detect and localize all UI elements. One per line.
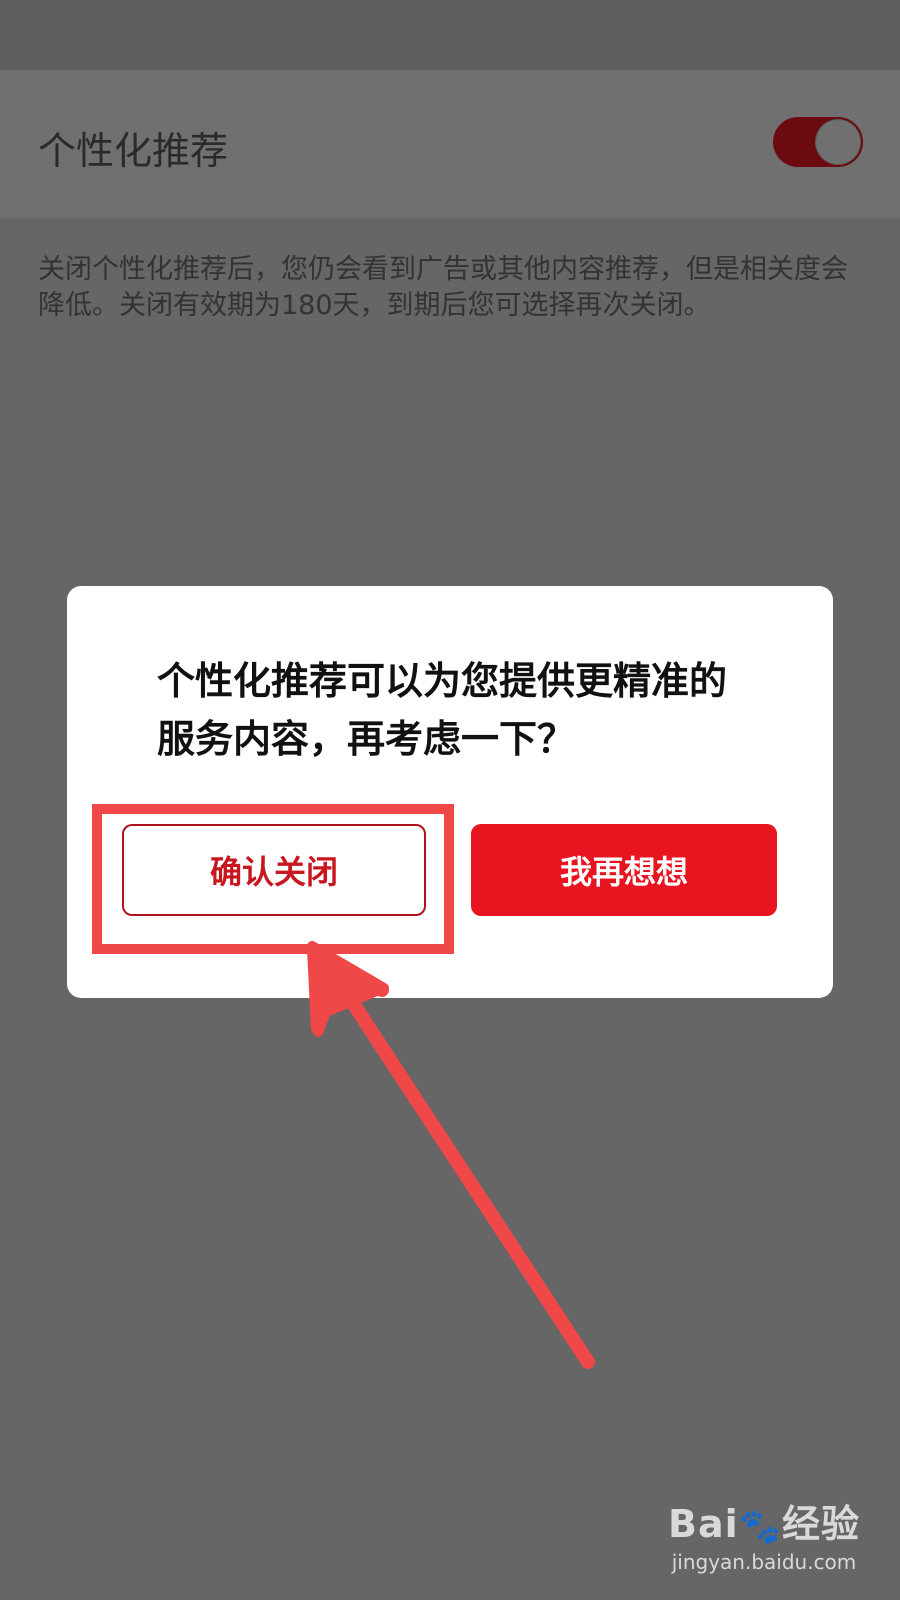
dialog-title: 个性化推荐可以为您提供更精准的服务内容，再考虑一下？ xyxy=(157,659,728,761)
watermark-logo: Bai🐾经验 xyxy=(668,1502,860,1547)
top-bar xyxy=(0,0,900,70)
rethink-button[interactable]: 我再想想 xyxy=(471,824,777,916)
paw-icon: 🐾 xyxy=(738,1506,782,1547)
watermark-url: jingyan.baidu.com xyxy=(671,1550,857,1574)
annotation-highlight-box xyxy=(92,804,454,954)
personalized-recommendation-toggle[interactable] xyxy=(773,117,863,167)
toggle-knob xyxy=(816,120,860,164)
setting-label: 个性化推荐 xyxy=(38,129,229,173)
baidu-jingyan-watermark: Bai🐾经验 jingyan.baidu.com xyxy=(668,1493,860,1574)
setting-description: 关闭个性化推荐后，您仍会看到广告或其他内容推荐，但是相关度会降低。关闭有效期为1… xyxy=(38,254,848,321)
personalized-recommendation-row[interactable]: 个性化推荐 xyxy=(0,70,900,218)
